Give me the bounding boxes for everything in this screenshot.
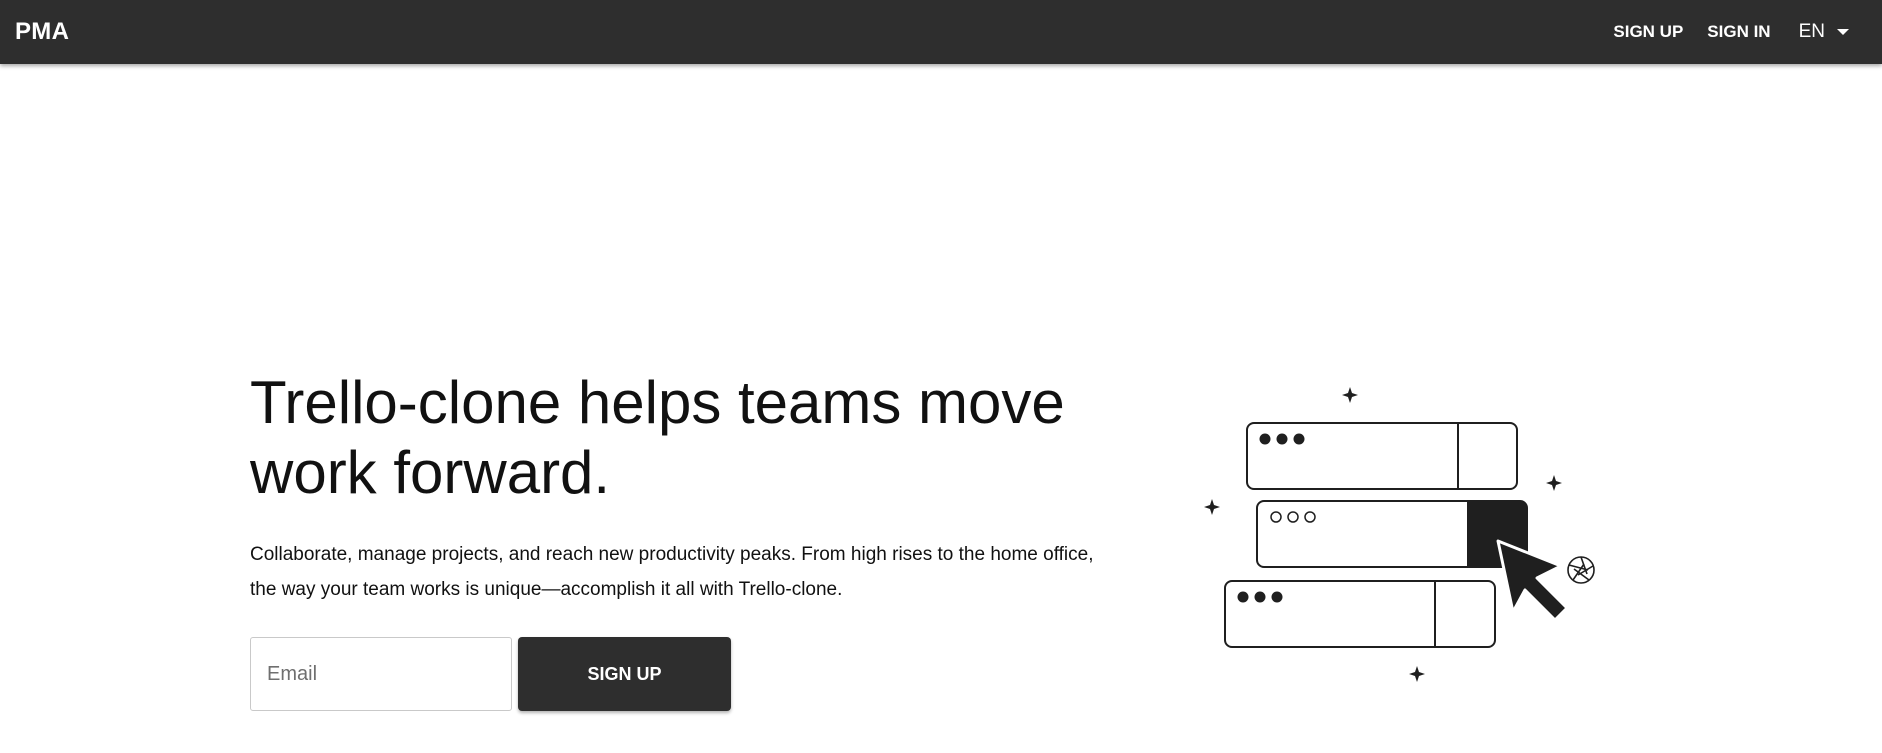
brand-logo[interactable]: PMA [15, 18, 69, 46]
hero-headline-line-2: work forward. [250, 439, 611, 506]
hero-headline: Trello-clone helps teams move work forwa… [250, 368, 1150, 508]
sparkle-icon [1546, 475, 1562, 491]
sparkle-icon [1342, 387, 1358, 403]
hero-description-line-2: the way your team works is unique—accomp… [250, 579, 843, 600]
nav-signin-link[interactable]: SIGN IN [1707, 22, 1770, 42]
illustration-card-2 [1256, 500, 1528, 568]
language-selector[interactable]: EN [1799, 21, 1849, 43]
cursor-icon [1496, 539, 1569, 622]
hero-description: Collaborate, manage projects, and reach … [250, 537, 1190, 607]
email-field[interactable] [250, 637, 512, 711]
chevron-down-icon [1837, 29, 1849, 35]
sparkle-icon [1409, 666, 1425, 682]
illustration-card-3 [1224, 580, 1496, 648]
nav-signup-link[interactable]: SIGN UP [1613, 22, 1683, 42]
sparkle-icon [1204, 499, 1220, 515]
language-label: EN [1798, 21, 1825, 42]
signup-button[interactable]: SIGN UP [518, 637, 731, 711]
app-bar: PMA SIGN UP SIGN IN EN [0, 0, 1882, 64]
illustration-card-1 [1246, 422, 1518, 490]
hero-description-line-1: Collaborate, manage projects, and reach … [250, 544, 1094, 565]
aperture-icon [1567, 556, 1595, 584]
hero-headline-line-1: Trello-clone helps teams move [250, 369, 1065, 436]
top-nav: SIGN UP SIGN IN EN [1589, 21, 1867, 43]
hero-illustration [1204, 387, 1595, 682]
